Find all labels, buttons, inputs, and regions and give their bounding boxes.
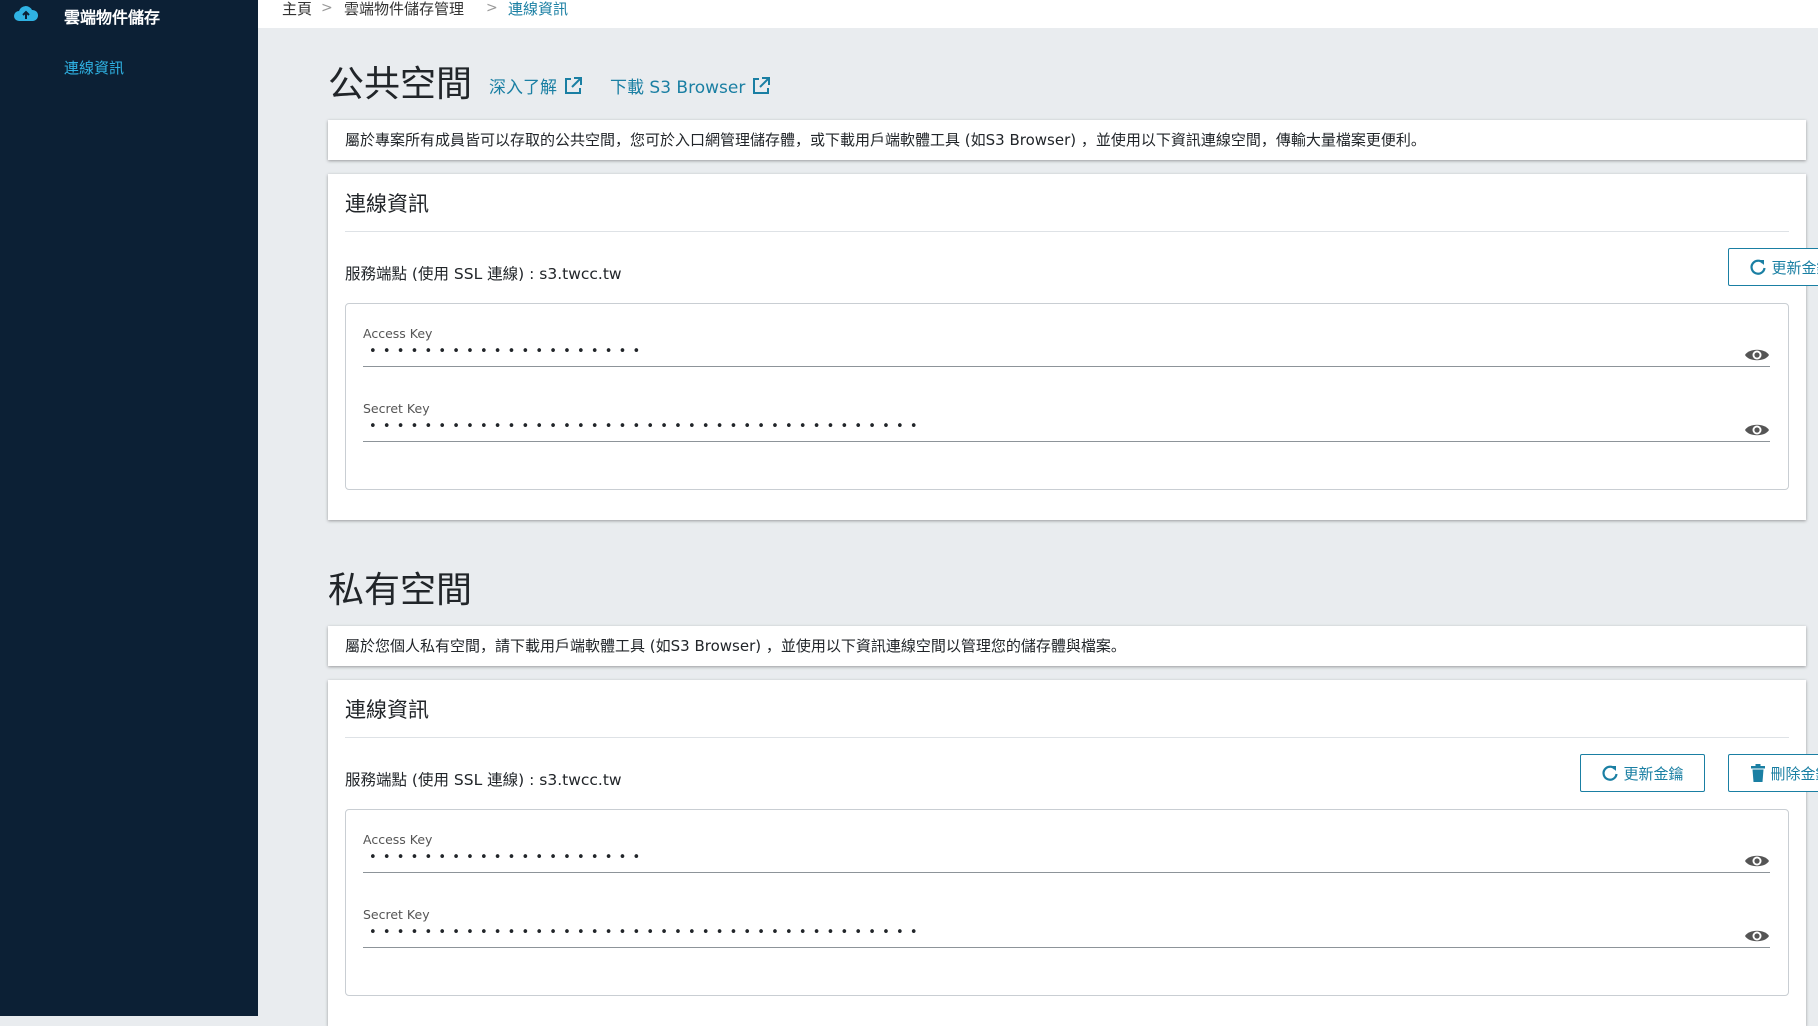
divider bbox=[345, 231, 1789, 232]
secret-key-field[interactable]: Secret Key •••••••••••••••••••••••••••••… bbox=[363, 379, 1770, 442]
learn-more-label: 深入了解 bbox=[489, 78, 557, 98]
refresh-key-button[interactable]: 更新金鑰 bbox=[1580, 754, 1705, 792]
card-title: 連線資訊 bbox=[345, 698, 429, 722]
public-space-description: 屬於專案所有成員皆可以存取的公共空間，您可於入口網管理儲存體，或下載用戶端軟體工… bbox=[328, 120, 1806, 160]
private-connection-card: 連線資訊 服務端點 (使用 SSL 連線) : s3.twcc.tw 更新金鑰 … bbox=[328, 680, 1818, 1026]
eye-icon[interactable] bbox=[1744, 927, 1770, 945]
trash-icon bbox=[1751, 764, 1766, 782]
delete-key-label: 刪除金鑰 bbox=[1770, 764, 1818, 783]
breadcrumb-separator: > bbox=[321, 0, 333, 16]
breadcrumb: 主頁 > 雲端物件儲存管理 > 連線資訊 bbox=[258, 0, 1818, 28]
secret-key-value: •••••••••••••••••••••••••••••••••••••••• bbox=[369, 419, 924, 434]
main-content: 主頁 > 雲端物件儲存管理 > 連線資訊 公共空間 深入了解 下載 S3 Bro… bbox=[258, 0, 1818, 1026]
eye-icon[interactable] bbox=[1744, 421, 1770, 439]
sidebar: 雲端物件儲存 連線資訊 bbox=[0, 0, 258, 1016]
breadcrumb-home[interactable]: 主頁 bbox=[282, 0, 312, 19]
learn-more-link[interactable]: 深入了解 bbox=[489, 73, 583, 98]
breadcrumb-storage-management[interactable]: 雲端物件儲存管理 bbox=[344, 0, 464, 19]
secret-key-value: •••••••••••••••••••••••••••••••••••••••• bbox=[369, 925, 924, 940]
access-key-field[interactable]: Access Key •••••••••••••••••••• bbox=[363, 304, 1770, 367]
external-link-icon bbox=[565, 76, 582, 94]
secret-key-label: Secret Key bbox=[363, 907, 430, 922]
private-space-title: 私有空間 bbox=[328, 570, 473, 611]
download-label: 下載 S3 Browser bbox=[610, 78, 746, 98]
access-key-field[interactable]: Access Key •••••••••••••••••••• bbox=[363, 810, 1770, 873]
breadcrumb-separator: > bbox=[486, 0, 498, 16]
key-box: Access Key •••••••••••••••••••• Secret K… bbox=[345, 809, 1789, 996]
secret-key-field[interactable]: Secret Key •••••••••••••••••••••••••••••… bbox=[363, 885, 1770, 948]
access-key-label: Access Key bbox=[363, 832, 433, 847]
eye-icon[interactable] bbox=[1744, 852, 1770, 870]
sidebar-item-connection-info[interactable]: 連線資訊 bbox=[64, 57, 124, 78]
refresh-icon bbox=[1750, 259, 1767, 275]
breadcrumb-connection-info: 連線資訊 bbox=[508, 0, 569, 18]
access-key-value: •••••••••••••••••••• bbox=[369, 850, 647, 865]
delete-key-button[interactable]: 刪除金鑰 bbox=[1728, 754, 1818, 792]
external-link-icon bbox=[753, 76, 771, 94]
service-endpoint: 服務端點 (使用 SSL 連線) : s3.twcc.tw bbox=[345, 771, 622, 789]
secret-key-label: Secret Key bbox=[363, 401, 430, 416]
divider bbox=[345, 737, 1789, 738]
refresh-key-button[interactable]: 更新金鑰 bbox=[1728, 248, 1818, 286]
public-space-title: 公共空間 bbox=[328, 64, 473, 105]
download-s3-browser-link[interactable]: 下載 S3 Browser bbox=[610, 73, 771, 98]
access-key-label: Access Key bbox=[363, 326, 433, 341]
app-title: 雲端物件儲存 bbox=[64, 8, 161, 27]
refresh-key-label: 更新金鑰 bbox=[1771, 258, 1818, 277]
eye-icon[interactable] bbox=[1744, 346, 1770, 364]
service-endpoint: 服務端點 (使用 SSL 連線) : s3.twcc.tw bbox=[345, 265, 622, 283]
card-title: 連線資訊 bbox=[345, 192, 429, 216]
public-connection-card: 連線資訊 服務端點 (使用 SSL 連線) : s3.twcc.tw 更新金鑰 … bbox=[328, 174, 1818, 520]
private-space-description: 屬於您個人私有空間，請下載用戶端軟體工具 (如S3 Browser) ，並使用以… bbox=[328, 626, 1806, 666]
cloud-logo-icon bbox=[14, 6, 39, 22]
access-key-value: •••••••••••••••••••• bbox=[369, 344, 647, 359]
refresh-key-label: 更新金鑰 bbox=[1623, 764, 1684, 783]
refresh-icon bbox=[1602, 765, 1619, 781]
key-box: Access Key •••••••••••••••••••• Secret K… bbox=[345, 303, 1789, 490]
